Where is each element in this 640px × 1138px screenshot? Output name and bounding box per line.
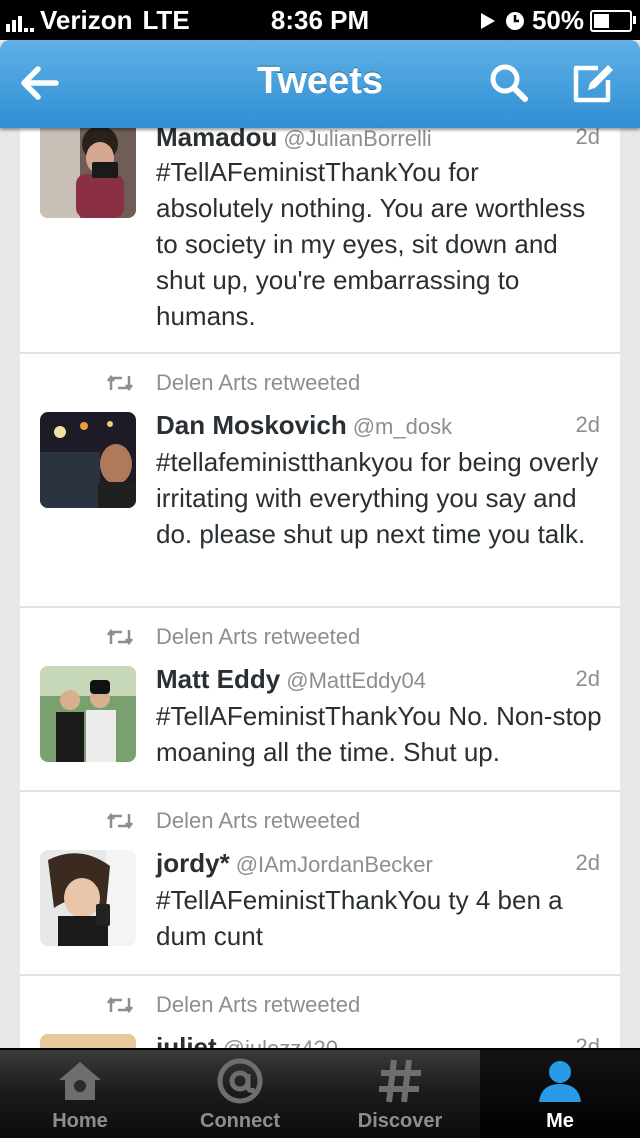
tweet-feed[interactable]: Mamadou @JulianBorrelli 2d #TellAFeminist… — [20, 128, 620, 1050]
tweet-item[interactable]: Delen Arts retweeted Matt Eddy @MattEddy0… — [20, 608, 620, 792]
search-icon — [490, 64, 528, 102]
tweet-time: 2d — [575, 412, 600, 437]
tweet-item[interactable]: Delen Arts retweeted juliet @julezz420 2d — [20, 976, 620, 1050]
hashtag-icon — [379, 1059, 421, 1103]
nav-bar: Tweets — [0, 40, 640, 128]
retweeted-by-label[interactable]: Delen Arts retweeted — [156, 808, 360, 834]
tab-bar: Home Connect Discover Me — [0, 1048, 640, 1138]
tweet-header: Mamadou @JulianBorrelli 2d — [156, 128, 600, 153]
tab-label: Connect — [200, 1110, 280, 1132]
avatar[interactable] — [40, 850, 136, 946]
retweet-icon — [107, 628, 133, 646]
retweet-icon — [107, 374, 133, 392]
tweet-header: jordy* @IAmJordanBecker 2d — [156, 848, 600, 879]
tweet-text: #TellAFeministThankYou No. Non-stop moan… — [156, 701, 602, 767]
retweet-icon — [107, 812, 133, 830]
tweet-author-handle[interactable]: @JulianBorrelli — [283, 128, 431, 151]
status-bar: Verizon LTE 8:36 PM 50% — [0, 0, 640, 40]
tweet-time: 2d — [575, 666, 600, 691]
tab-label: Discover — [357, 1110, 443, 1132]
tab-label: Me — [546, 1110, 574, 1132]
tweet-time: 2d — [575, 128, 600, 149]
tweet-author-name[interactable]: Matt Eddy — [156, 664, 280, 694]
tweet-header: Matt Eddy @MattEddy04 2d — [156, 664, 600, 695]
avatar[interactable] — [40, 666, 136, 762]
at-icon — [217, 1058, 263, 1104]
retweeted-by-label[interactable]: Delen Arts retweeted — [156, 992, 360, 1018]
tweet-item[interactable]: Mamadou @JulianBorrelli 2d #TellAFeminist… — [20, 128, 620, 354]
tab-label: Home — [52, 1110, 108, 1132]
tweet-header: Dan Moskovich @m_dosk 2d — [156, 410, 600, 441]
status-right: 50% — [478, 5, 636, 36]
play-icon — [480, 12, 495, 29]
battery-icon — [590, 9, 636, 32]
tweet-item[interactable]: Delen Arts retweeted jordy* @IAmJordanBec… — [20, 792, 620, 976]
tab-discover[interactable]: Discover — [320, 1050, 480, 1138]
tweet-text: #TellAFeministThankYou for absolutely no… — [156, 157, 586, 331]
avatar[interactable] — [40, 128, 136, 218]
tweet-author-handle[interactable]: @IAmJordanBecker — [236, 852, 433, 877]
tweet-text: #TellAFeministThankYou ty 4 ben a dum cu… — [156, 885, 563, 951]
compose-button[interactable] — [568, 58, 618, 108]
avatar[interactable] — [40, 412, 136, 508]
tweet-author-name[interactable]: Mamadou — [156, 128, 277, 152]
compose-icon — [573, 65, 613, 103]
tweet-author-name[interactable]: Dan Moskovich — [156, 410, 347, 440]
home-icon — [59, 1062, 101, 1100]
tweet-item[interactable]: Delen Arts retweeted Dan Moskovich @m_dos… — [20, 354, 620, 608]
search-button[interactable] — [484, 58, 534, 108]
tab-home[interactable]: Home — [0, 1050, 160, 1138]
retweeted-by-label[interactable]: Delen Arts retweeted — [156, 624, 360, 650]
tab-me[interactable]: Me — [480, 1050, 640, 1138]
tweet-author-handle[interactable]: @m_dosk — [353, 414, 452, 439]
person-icon — [539, 1061, 581, 1102]
battery-percent: 50% — [531, 5, 584, 35]
tweet-author-handle[interactable]: @MattEddy04 — [286, 668, 426, 693]
tab-connect[interactable]: Connect — [160, 1050, 320, 1138]
retweet-icon — [107, 996, 133, 1014]
tweet-text: #tellafeministthankyou for being overly … — [156, 447, 599, 549]
retweeted-by-label[interactable]: Delen Arts retweeted — [156, 370, 360, 396]
page-title: Tweets — [256, 60, 383, 102]
tweet-author-name[interactable]: jordy* — [156, 848, 230, 878]
tweet-time: 2d — [575, 850, 600, 875]
clock-icon — [505, 11, 524, 30]
